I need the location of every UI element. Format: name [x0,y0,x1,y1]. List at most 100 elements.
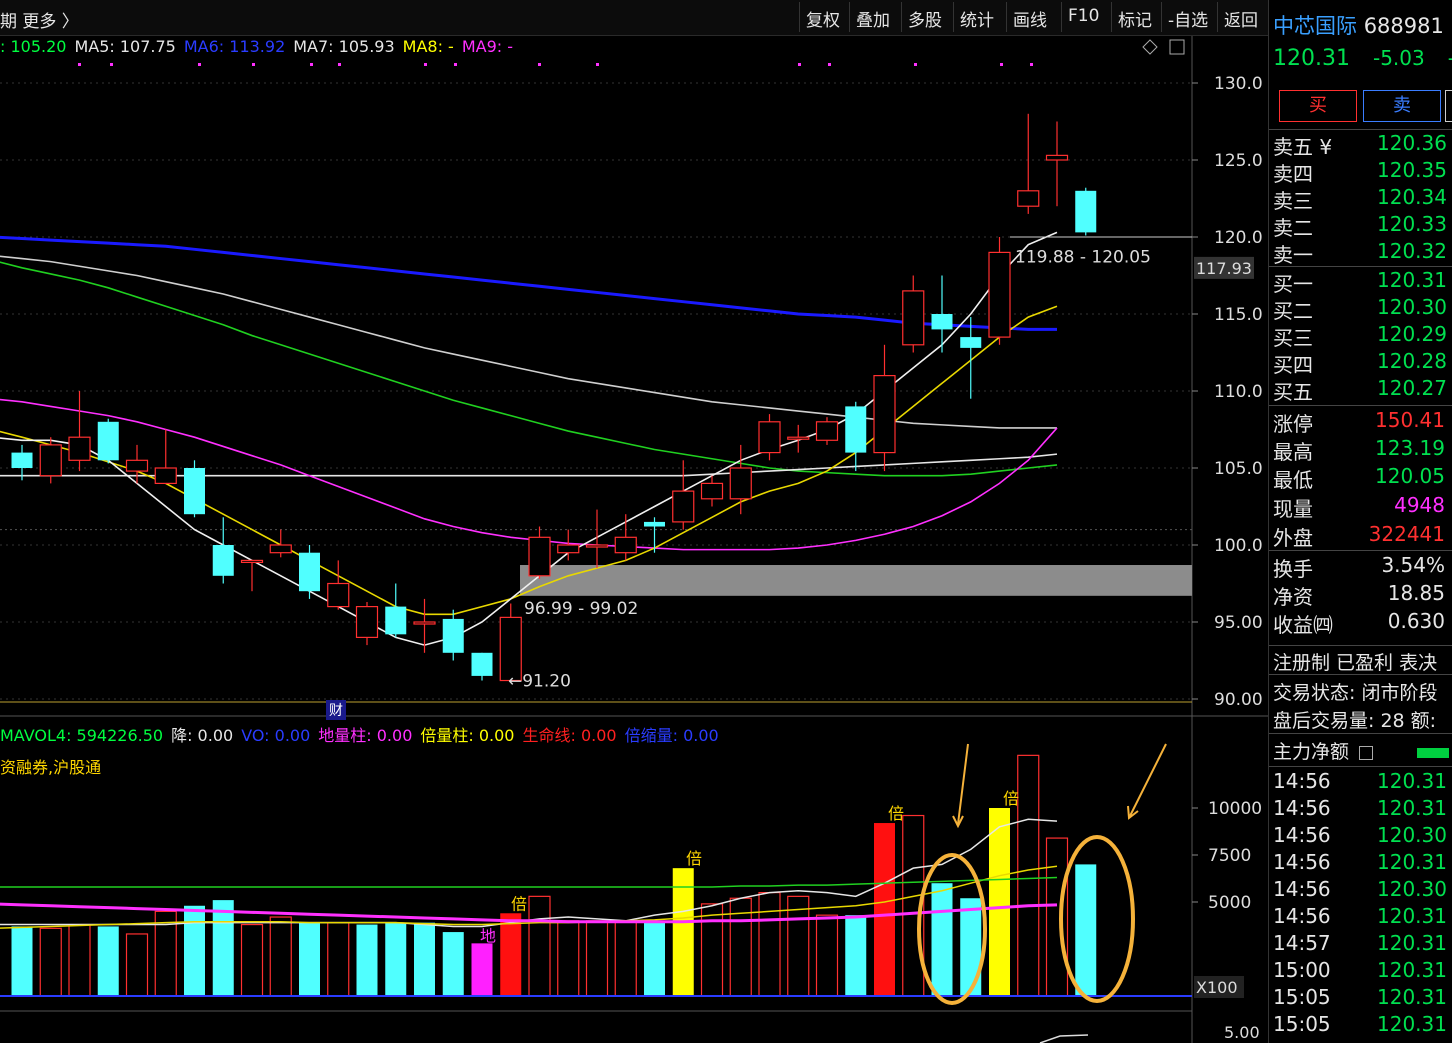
candle-body [528,536,551,577]
tick-price: 120.30 [1377,877,1447,901]
trading-status: 交易状态: 闭市阶段 [1273,682,1438,704]
stat-value: 4948 [1394,493,1445,517]
stat-value: 322441 [1368,522,1445,546]
ask-row[interactable]: 卖四 120.35 [1273,158,1452,186]
low-point-label: ←91.20 [508,672,571,692]
bid-price: 120.28 [1377,349,1447,373]
bid-row[interactable]: 买四 120.28 [1273,349,1452,377]
buy-button[interactable]: 买 [1279,90,1357,122]
stock-name: 中芯国际 [1273,14,1357,38]
tick-row: 14:56 120.31 [1273,904,1452,931]
sell-button[interactable]: 卖 [1363,90,1441,122]
legend-item: 地量柱: 0.00 [318,726,413,745]
stat-row: 涨停 150.41 [1273,408,1452,436]
volume-bar [1045,837,1069,997]
price-axis-label: 100.0 [1214,536,1263,556]
menu-icon[interactable] [1359,745,1374,760]
bid-row[interactable]: 买五 120.27 [1273,376,1452,404]
highlight-ellipse [1059,835,1135,1003]
ask-row[interactable]: 卖三 120.34 [1273,185,1452,213]
bei-label: 倍 [888,804,904,823]
candle-body [1075,190,1097,233]
candle-body [557,544,580,554]
volume-bar [874,823,895,996]
ask-price: 120.34 [1377,185,1447,209]
toolbar-button-4[interactable]: 画线 [1013,6,1047,31]
tick-row: 14:56 120.31 [1273,769,1452,796]
ask-price: 120.33 [1377,212,1447,236]
toolbar-button-5[interactable]: F10 [1068,6,1099,26]
toolbar-button-8[interactable]: 返回 [1224,6,1258,31]
panel-toggle-icon [1169,39,1185,55]
candle-body [212,545,234,576]
stat-row: 换手 3.54% [1273,553,1452,581]
ask-row[interactable]: 卖二 120.33 [1273,212,1452,240]
change-percent: -4 [1448,46,1452,70]
candle-body [355,605,379,638]
price-axis-label: 95.00 [1214,613,1263,633]
main-flow-row[interactable]: 主力净额 [1273,737,1450,764]
range-high-label: 119.88 - 120.05 [1015,247,1151,267]
candle-body [1045,154,1069,161]
volume-bar [815,914,839,997]
candle-body [442,618,464,653]
tick-price: 120.31 [1377,985,1447,1009]
stock-title: 中芯国际 688981 [1273,10,1444,40]
volume-bar [1017,754,1040,997]
bid-label: 买三 [1273,326,1313,350]
stock-tags: 资融券,沪股通 [0,758,102,777]
price-axis-label: 115.0 [1214,305,1263,325]
stat-row: 收益㈣ 0.630 [1273,609,1452,637]
ask-label: 卖五 ¥ [1273,135,1333,159]
range-low-label: 96.99 - 99.02 [524,599,638,619]
candle-body [240,559,264,564]
tick-row: 15:05 120.31 [1273,1012,1452,1039]
ask-row[interactable]: 卖一 120.32 [1273,239,1452,267]
tick-row: 14:56 120.30 [1273,877,1452,904]
toolbar-button-7[interactable]: -自选 [1168,6,1208,31]
price-change: -5.03 [1372,46,1425,70]
candle-body [644,521,665,527]
tick-price: 120.31 [1377,904,1447,928]
legend-item: 倍量柱: 0.00 [420,726,515,745]
volume-ma-line [0,876,1058,888]
stat-value: 18.85 [1387,581,1445,605]
ask-row[interactable]: 卖五 ¥ 120.36 [1273,131,1452,159]
volume-bar [787,895,810,997]
bid-label: 买一 [1273,272,1313,296]
toolbar-button-0[interactable]: 复权 [806,6,840,31]
divider [1269,550,1452,551]
toolbar-button-6[interactable]: 标记 [1118,6,1152,31]
financial-report-marker[interactable]: 财 [326,700,346,720]
kline-chart[interactable]: 130.0 125.0 120.0 115.0 110.0 105.0 100.0 95.00… [0,36,1268,1043]
tick-row: 14:56 120.30 [1273,823,1452,850]
bid-row[interactable]: 买一 120.31 [1273,268,1452,296]
tick-price: 120.31 [1377,796,1447,820]
period-more-menu[interactable]: 期 更多 〉 [0,7,79,32]
tick-price: 120.31 [1377,1012,1447,1036]
bei-label: 倍 [686,849,702,868]
more-trade-button[interactable] [1445,90,1452,122]
tick-time: 14:56 [1273,823,1331,847]
toolbar-button-2[interactable]: 多股 [908,6,942,31]
divider [1269,405,1452,406]
volume-bar [500,913,522,996]
ask-label: 卖三 [1273,189,1313,213]
tick-time: 14:56 [1273,796,1331,820]
candle-body [184,468,205,515]
tick-row: 15:00 120.31 [1273,958,1452,985]
candle-body [11,452,33,468]
tick-price: 120.31 [1377,931,1447,955]
toolbar-button-1[interactable]: 叠加 [856,6,890,31]
bid-row[interactable]: 买二 120.30 [1273,295,1452,323]
bid-row[interactable]: 买三 120.29 [1273,322,1452,350]
toolbar-button-3[interactable]: 统计 [960,6,994,31]
toolbar-separator [849,2,850,32]
tick-time: 14:57 [1273,931,1331,955]
tick-time: 14:56 [1273,904,1331,928]
volume-bar [758,891,781,997]
tick-row: 15:05 120.31 [1273,985,1452,1012]
ask-label: 卖二 [1273,216,1313,240]
volume-bar [471,943,493,996]
volume-bar [97,926,119,996]
